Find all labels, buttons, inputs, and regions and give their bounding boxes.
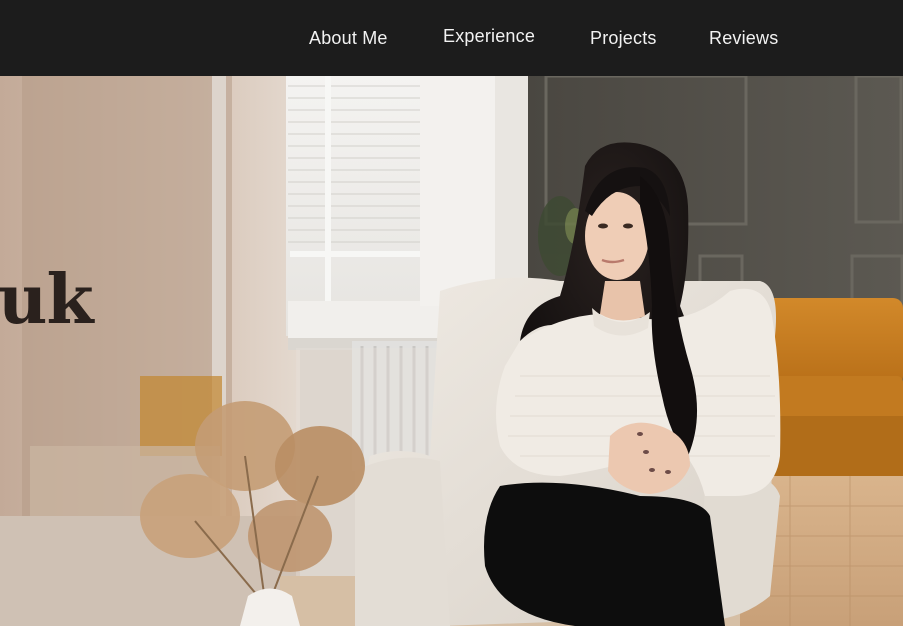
hero-photo bbox=[0, 76, 903, 626]
nav-projects-link[interactable]: Projects bbox=[590, 28, 657, 49]
window-frame-horizontal bbox=[290, 251, 420, 257]
window-frame-vertical bbox=[325, 76, 331, 306]
top-navbar: About Me Experience Projects Reviews bbox=[0, 0, 903, 76]
nav-reviews-link[interactable]: Reviews bbox=[709, 28, 778, 49]
hero-title-fragment: uk bbox=[0, 260, 94, 340]
orange-sofa bbox=[760, 298, 903, 476]
nav-about-me-link[interactable]: About Me bbox=[309, 28, 388, 49]
hero-section: uk bbox=[0, 76, 903, 626]
nav-experience-link[interactable]: Experience bbox=[443, 26, 535, 47]
